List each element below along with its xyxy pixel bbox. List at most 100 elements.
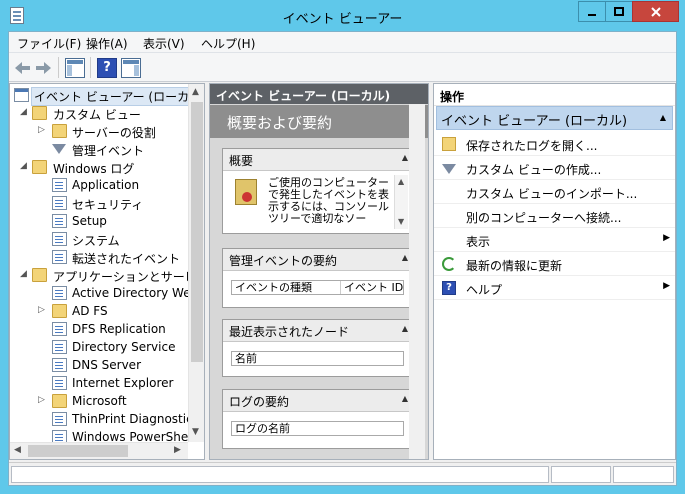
status-cell	[613, 466, 674, 483]
action-help[interactable]: ? ヘルプ ▶	[434, 276, 675, 300]
admin-summary-columns: イベントの種類 イベント ID	[231, 280, 404, 295]
close-button[interactable]	[632, 1, 679, 22]
folder-icon	[32, 106, 47, 120]
action-refresh[interactable]: 最新の情報に更新	[434, 252, 675, 276]
collapsed-arrow-icon[interactable]: ▷	[38, 306, 47, 315]
log-summary-columns[interactable]: ログの名前	[231, 421, 404, 436]
folder-icon	[52, 394, 67, 408]
expanded-arrow-icon[interactable]: ◢	[20, 108, 29, 117]
log-icon	[52, 286, 67, 300]
status-cell	[551, 466, 611, 483]
collapse-caret-icon[interactable]: ▲	[402, 394, 408, 403]
overview-vertical-scrollbar[interactable]	[409, 104, 425, 459]
menu-file[interactable]: ファイル(F)	[17, 35, 81, 52]
menu-help[interactable]: ヘルプ(H)	[201, 35, 255, 52]
tree-item-app-log[interactable]: DNS Server	[10, 356, 204, 374]
log-icon	[52, 250, 67, 264]
folder-icon	[32, 160, 47, 174]
tree-item-apps-services[interactable]: ◢ アプリケーションとサービス ログ	[10, 266, 204, 284]
expanded-arrow-icon[interactable]: ◢	[20, 270, 29, 279]
actions-header: 操作	[434, 84, 675, 106]
scroll-thumb[interactable]	[28, 445, 128, 457]
section-header[interactable]: 最近表示されたノード ▲	[223, 320, 412, 342]
folder-icon	[52, 124, 67, 138]
expanded-arrow-icon[interactable]: ◢	[20, 162, 29, 171]
log-icon	[52, 178, 67, 192]
collapse-caret-icon[interactable]: ▲	[402, 324, 408, 333]
folder-icon	[52, 304, 67, 318]
scroll-down-arrow-icon[interactable]: ▼	[398, 217, 404, 226]
submenu-arrow-icon: ▶	[663, 233, 670, 243]
menu-view[interactable]: 表示(V)	[143, 35, 185, 52]
action-import-custom-view[interactable]: カスタム ビューのインポート...	[434, 180, 675, 204]
overview-pane: イベント ビューアー (ローカル) 概要および要約 概要 ▲ ご使用のコンピュー…	[209, 83, 429, 460]
log-icon	[52, 232, 67, 246]
menu-bar: ファイル(F) 操作(A) 表示(V) ヘルプ(H)	[9, 32, 676, 53]
collapse-caret-icon[interactable]: ▲	[402, 153, 408, 162]
scroll-down-arrow-icon[interactable]: ▼	[192, 427, 199, 437]
tree-item-app-log[interactable]: ▷ AD FS	[10, 302, 204, 320]
back-arrow-icon	[15, 62, 30, 74]
tree-vertical-scrollbar[interactable]: ▲ ▼	[188, 84, 204, 442]
action-view[interactable]: 表示 ▶	[434, 228, 675, 252]
scroll-up-arrow-icon[interactable]: ▲	[192, 87, 199, 97]
menu-action[interactable]: 操作(A)	[86, 35, 128, 52]
show-hide-action-pane-button[interactable]	[121, 58, 141, 78]
status-cell	[11, 466, 549, 483]
back-button[interactable]	[13, 58, 33, 78]
overview-scrollbar[interactable]: ▲ ▼	[394, 175, 408, 229]
section-header[interactable]: 管理イベントの要約 ▲	[223, 249, 412, 271]
section-header[interactable]: ログの要約 ▲	[223, 390, 412, 412]
tree-item-admin-events[interactable]: 管理イベント	[10, 140, 204, 158]
tree-item-custom-views[interactable]: ◢ カスタム ビュー	[10, 104, 204, 122]
tree-item-app-log[interactable]: DFS Replication	[10, 320, 204, 338]
section-header[interactable]: 概要 ▲	[223, 149, 412, 171]
collapse-caret-icon[interactable]: ▲	[402, 253, 408, 262]
tree-item-windows-logs[interactable]: ◢ Windows ログ	[10, 158, 204, 176]
title-bar: イベント ビューアー	[0, 0, 685, 32]
overview-body: 概要および要約 概要 ▲ ご使用のコンピューターで発生したイベントを表示するには…	[210, 104, 428, 459]
tree-item-log[interactable]: Application	[10, 176, 204, 194]
tree-item-log[interactable]: 転送されたイベント	[10, 248, 204, 266]
actions-group-header[interactable]: イベント ビューアー (ローカル) ▲	[436, 106, 673, 130]
scroll-left-arrow-icon[interactable]: ◀	[14, 445, 21, 455]
action-create-custom-view[interactable]: カスタム ビューの作成...	[434, 156, 675, 180]
folder-open-icon	[442, 137, 456, 151]
collapsed-arrow-icon[interactable]: ▷	[38, 126, 47, 135]
tree-item-root[interactable]: イベント ビューアー (ローカル)	[10, 86, 204, 106]
tree-item-server-roles[interactable]: ▷ サーバーの役割	[10, 122, 204, 140]
close-icon	[650, 6, 661, 17]
toolbar-separator	[58, 57, 59, 78]
help-icon[interactable]: ?	[97, 58, 117, 78]
folder-icon	[32, 268, 47, 282]
tree-item-log[interactable]: セキュリティ	[10, 194, 204, 212]
action-open-saved-log[interactable]: 保存されたログを開く...	[434, 132, 675, 156]
tree-item-app-log[interactable]: Active Directory We	[10, 284, 204, 302]
scroll-up-arrow-icon[interactable]: ▲	[398, 177, 404, 186]
tree-item-app-log[interactable]: ▷ Microsoft	[10, 392, 204, 410]
minimize-button[interactable]	[578, 1, 605, 22]
scroll-thumb[interactable]	[191, 102, 203, 362]
tree-item-app-log[interactable]: Internet Explorer	[10, 374, 204, 392]
tree-item-log[interactable]: システム	[10, 230, 204, 248]
tree-item-app-log[interactable]: Directory Service	[10, 338, 204, 356]
tree-item-app-log[interactable]: ThinPrint Diagnostic	[10, 410, 204, 428]
forward-button[interactable]	[33, 58, 53, 78]
status-bar	[9, 462, 676, 485]
action-connect-computer[interactable]: 別のコンピューターへ接続...	[434, 204, 675, 228]
maximize-icon	[614, 6, 624, 16]
tree-item-log[interactable]: Setup	[10, 212, 204, 230]
recent-nodes-columns[interactable]: 名前	[231, 351, 404, 366]
tree-horizontal-scrollbar[interactable]: ◀ ▶	[10, 442, 188, 459]
log-icon	[52, 412, 67, 426]
log-icon	[52, 340, 67, 354]
show-hide-console-tree-button[interactable]	[65, 58, 85, 78]
maximize-button[interactable]	[605, 1, 632, 22]
filter-icon	[442, 164, 456, 174]
scroll-right-arrow-icon[interactable]: ▶	[174, 445, 181, 455]
collapsed-arrow-icon[interactable]: ▷	[38, 396, 47, 405]
collapse-caret-icon[interactable]: ▲	[660, 113, 666, 122]
toolbar-separator	[90, 57, 91, 78]
actions-pane: 操作 イベント ビューアー (ローカル) ▲ 保存されたログを開く... カスタ…	[433, 83, 676, 460]
event-viewer-icon	[14, 88, 29, 102]
